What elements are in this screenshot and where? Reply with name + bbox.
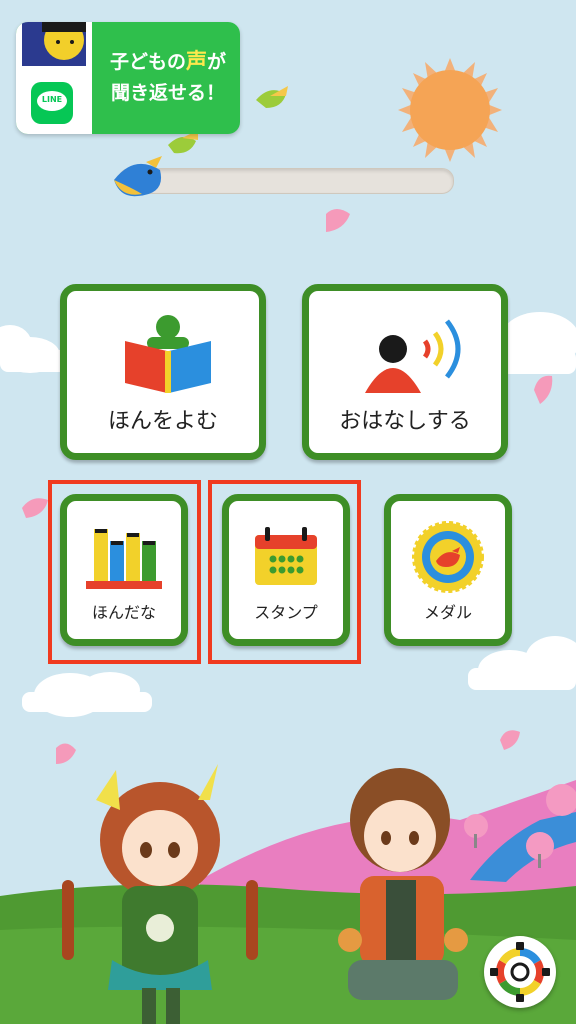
medal-icon: [412, 521, 484, 593]
line-promo-banner[interactable]: LINE 子どもの声が 聞き返せる！: [16, 22, 240, 134]
read-book-label: ほんをよむ: [107, 409, 218, 434]
book-reader-icon: [125, 315, 211, 393]
read-book-button[interactable]: ほんをよむ: [60, 284, 266, 460]
banner-line-1: 子どもの声が: [100, 46, 236, 78]
banner-line-1-suffix: が: [207, 51, 227, 73]
bird-progress-icon: [114, 156, 162, 197]
settings-button[interactable]: [484, 936, 556, 1008]
gear-icon: [490, 942, 550, 1002]
sun-shape: [398, 58, 502, 162]
talk-button[interactable]: おはなしする: [302, 284, 508, 460]
speaking-person-icon: [365, 319, 461, 393]
medal-button[interactable]: メダル: [384, 494, 512, 646]
talk-label: おはなしする: [339, 409, 471, 434]
line-logo-text: LINE: [41, 95, 63, 104]
medal-label: メダル: [423, 603, 472, 622]
character-face-icon: [22, 22, 86, 66]
home-screen: LINE 子どもの声が 聞き返せる！ ほんをよむ おはなしする ほんだな スタン…: [0, 0, 576, 1024]
line-logo-icon: LINE: [31, 82, 73, 124]
banner-line-2: 聞き返せる！: [110, 82, 225, 104]
banner-line-1-prefix: 子どもの: [109, 51, 186, 73]
highlight-box-stamp: [208, 480, 361, 664]
highlight-box-bookshelf: [48, 480, 201, 664]
banner-text: 子どもの声が 聞き返せる！: [100, 46, 236, 109]
banner-line-1-highlight: 声: [186, 49, 207, 73]
